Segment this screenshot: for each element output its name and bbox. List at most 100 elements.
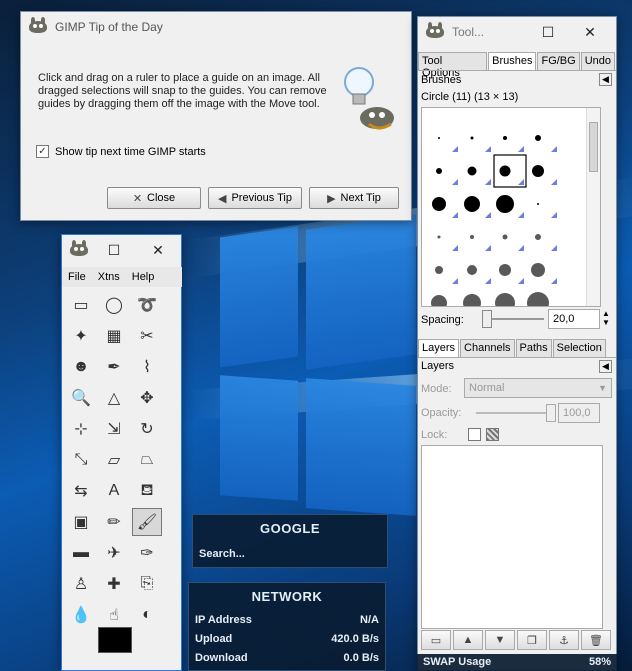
tab-selection[interactable]: Selection — [552, 339, 606, 357]
next-arrow-icon: ▶ — [327, 192, 336, 205]
shear-icon[interactable]: ▱ — [99, 446, 129, 474]
tip-dialog-titlebar[interactable]: GIMP Tip of the Day — [21, 12, 411, 42]
new-layer-icon[interactable]: ▭ — [421, 630, 451, 650]
network-row-value: N/A — [360, 614, 379, 626]
close-button[interactable]: ✕ Close — [107, 187, 201, 209]
opacity-slider[interactable] — [472, 403, 556, 423]
network-row: Upload 420.0 B/s — [189, 633, 385, 645]
maximize-button[interactable]: ☐ — [528, 17, 568, 47]
rotate-icon[interactable]: ↻ — [132, 415, 162, 443]
maximize-button[interactable]: ☐ — [94, 235, 134, 265]
dock-titlebar[interactable]: Tool... ☐ ✕ — [418, 17, 616, 47]
color-picker-icon[interactable]: ⌇ — [132, 353, 162, 381]
brush-preview — [470, 136, 474, 140]
fg-bg-color-selector[interactable] — [98, 627, 152, 671]
delete-layer-icon[interactable]: 🗑 — [581, 630, 611, 650]
select-by-color-icon[interactable]: ▦ — [99, 322, 129, 350]
menu-help[interactable]: Help — [132, 271, 155, 283]
ink-icon[interactable]: ✑ — [132, 539, 162, 567]
align-icon[interactable]: ⊹ — [66, 415, 96, 443]
foreground-select-icon[interactable]: ☻ — [66, 353, 96, 381]
next-tip-button[interactable]: ▶ Next Tip — [309, 187, 399, 209]
pencil-icon[interactable]: ✏ — [99, 508, 129, 536]
menu-xtns[interactable]: Xtns — [98, 271, 120, 283]
google-widget: GOOGLE Search... — [192, 514, 388, 568]
lock-pixels-checkbox[interactable] — [468, 428, 481, 441]
tab-channels[interactable]: Channels — [460, 339, 515, 357]
anchor-layer-icon[interactable]: ⚓ — [549, 630, 579, 650]
panel-menu-icon[interactable]: ◀ — [599, 73, 612, 86]
blend-icon[interactable]: ▣ — [66, 508, 96, 536]
toolbox-titlebar[interactable]: ☐ ✕ — [62, 235, 181, 265]
scissors-icon[interactable]: ✂ — [132, 322, 162, 350]
show-tip-checkbox-row[interactable]: ✓ Show tip next time GIMP starts — [36, 145, 206, 158]
previous-tip-button[interactable]: ◀ Previous Tip — [208, 187, 302, 209]
brush-preview — [496, 195, 514, 213]
text-icon[interactable]: A — [99, 477, 129, 505]
brush-preview — [499, 264, 511, 276]
tab-tool-options[interactable]: Tool Options — [418, 52, 488, 79]
brush-scrollbar[interactable] — [586, 108, 600, 306]
blur-icon[interactable]: 💧 — [66, 601, 96, 629]
tab-layers[interactable]: Layers — [418, 339, 460, 357]
airbrush-icon[interactable]: ✈ — [99, 539, 129, 567]
tab-paths[interactable]: Paths — [515, 339, 552, 357]
previous-arrow-icon: ◀ — [218, 192, 227, 205]
brush-preview — [495, 293, 515, 313]
perspective-icon[interactable]: ⏢ — [132, 446, 162, 474]
lock-alpha-icon[interactable] — [486, 428, 499, 441]
mode-select[interactable]: Normal ▼ — [464, 378, 612, 398]
dodge-burn-icon[interactable]: ◐ — [132, 601, 162, 629]
brush-previews[interactable] — [422, 108, 588, 314]
brush-preview — [464, 196, 480, 212]
panel-menu-icon[interactable]: ◀ — [599, 360, 612, 373]
gimp-wilber-icon — [68, 240, 90, 259]
smudge-icon[interactable]: ☝ — [99, 601, 129, 629]
spacing-value-input[interactable]: 20,0 — [548, 309, 600, 329]
layers-list[interactable] — [421, 445, 603, 629]
lasso-icon[interactable]: ➰ — [132, 291, 162, 319]
tab-undo[interactable]: Undo — [580, 52, 615, 70]
measure-icon[interactable]: △ — [99, 384, 129, 412]
paintbrush-icon[interactable]: 🖌 — [132, 508, 162, 536]
brush-preview — [503, 136, 507, 140]
menu-file[interactable]: File — [68, 271, 86, 283]
perspective-clone-icon[interactable]: ⎘ — [132, 570, 162, 598]
brushes-label: Brushes — [421, 74, 462, 86]
ellipse-select-icon[interactable]: ◯ — [99, 291, 129, 319]
rect-select-icon[interactable]: ▭ — [66, 291, 96, 319]
layers-label: Layers — [421, 360, 455, 372]
eraser-icon[interactable]: ▬ — [66, 539, 96, 567]
magic-wand-icon[interactable]: ✦ — [66, 322, 96, 350]
foreground-color-swatch[interactable] — [98, 627, 132, 653]
transform-icon[interactable]: ⇲ — [99, 415, 129, 443]
lower-layer-icon[interactable]: ▼ — [485, 630, 515, 650]
move-icon[interactable]: ✥ — [132, 384, 162, 412]
bucket-fill-icon[interactable]: ⛾ — [132, 477, 162, 505]
zoom-icon[interactable]: 🔍 — [66, 384, 96, 412]
heal-icon[interactable]: ✚ — [99, 570, 129, 598]
tip-dialog-title: GIMP Tip of the Day — [55, 20, 163, 34]
previous-tip-label: Previous Tip — [231, 192, 292, 204]
dock-top-tabs: Tool Options Brushes FG/BG Undo — [418, 52, 616, 79]
close-window-button[interactable]: ✕ — [570, 17, 610, 47]
tab-brushes[interactable]: Brushes — [488, 52, 537, 70]
spacing-slider[interactable] — [478, 309, 544, 329]
close-button-label: Close — [147, 192, 176, 204]
scale-icon[interactable]: ⤡ — [66, 446, 96, 474]
close-window-button[interactable]: ✕ — [138, 235, 178, 265]
toolbox-menubar: File Xtns Help — [62, 267, 182, 287]
show-tip-checkbox[interactable]: ✓ — [36, 145, 49, 158]
network-row: Download 0.0 B/s — [189, 652, 385, 664]
paths-icon[interactable]: ✒ — [99, 353, 129, 381]
flip-icon[interactable]: ⇆ — [66, 477, 96, 505]
spacing-spinner-icon[interactable]: ▲ ▼ — [602, 309, 610, 327]
raise-layer-icon[interactable]: ▲ — [453, 630, 483, 650]
brush-grid[interactable] — [421, 107, 601, 314]
google-search-input[interactable]: Search... — [197, 544, 383, 564]
tab-fg-bg[interactable]: FG/BG — [537, 52, 580, 70]
clone-icon[interactable]: ♙ — [66, 570, 96, 598]
brush-preview — [463, 294, 481, 312]
opacity-value-input[interactable]: 100,0 — [558, 403, 600, 423]
duplicate-layer-icon[interactable]: ❐ — [517, 630, 547, 650]
